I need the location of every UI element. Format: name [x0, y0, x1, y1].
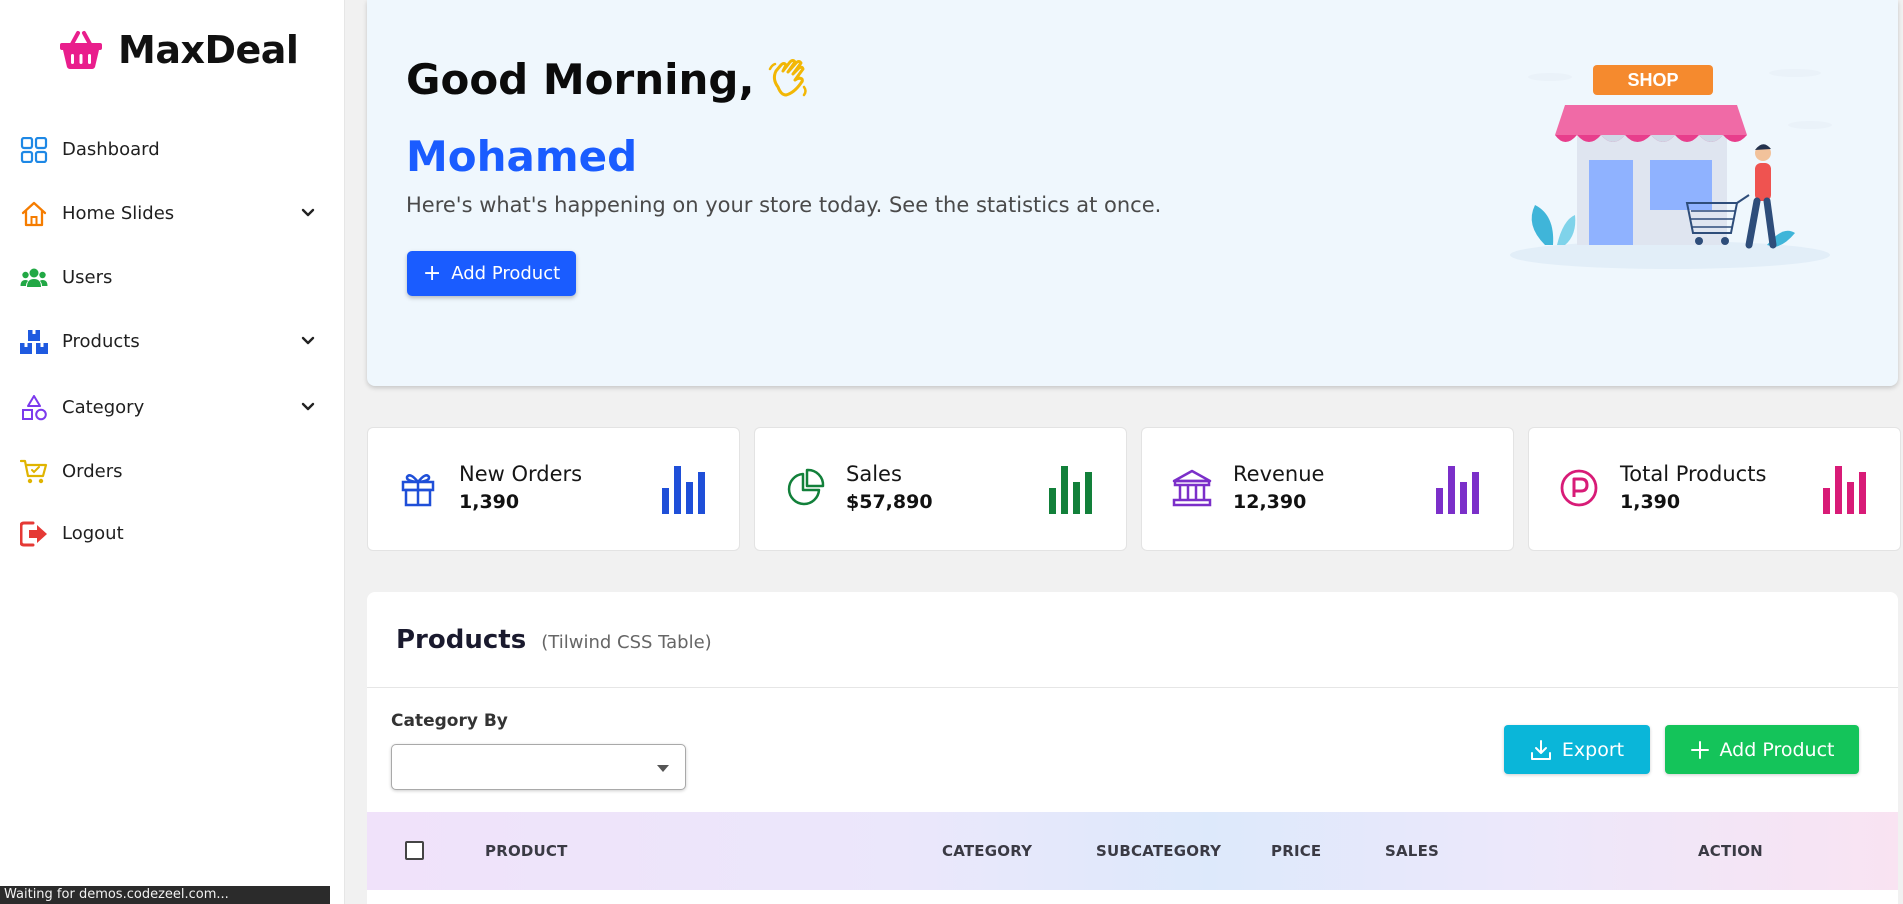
chevron-down-icon — [301, 402, 315, 411]
shop-illustration: SHOP — [1510, 65, 1832, 269]
brand-logo[interactable]: MaxDeal — [58, 28, 299, 72]
grid-icon — [20, 137, 48, 163]
browser-status-bar: Waiting for demos.codezeel.com... — [0, 886, 330, 904]
export-button[interactable]: Export — [1504, 725, 1650, 774]
brand-name: MaxDeal — [118, 28, 299, 72]
button-label: Add Product — [1719, 738, 1835, 761]
sidebar-item-products[interactable]: Products — [0, 316, 345, 366]
products-panel: Products (Tilwind CSS Table) Category By… — [367, 592, 1898, 904]
plus-icon: + — [422, 261, 442, 286]
sidebar-item-label: Home Slides — [62, 202, 175, 224]
sidebar-item-orders[interactable]: Orders — [0, 446, 345, 496]
pie-icon — [787, 468, 825, 506]
panel-subtitle: (Tilwind CSS Table) — [541, 632, 712, 653]
panel-title-text: Products — [396, 625, 527, 655]
sidebar-item-home-slides[interactable]: Home Slides — [0, 188, 345, 238]
column-header-action: ACTION — [1698, 842, 1763, 860]
stat-value: 12,390 — [1233, 491, 1307, 513]
sidebar-item-label: Users — [62, 266, 113, 288]
user-name: Mohamed — [406, 132, 638, 181]
sidebar-item-label: Orders — [62, 460, 123, 482]
gift-icon — [401, 474, 435, 507]
hero-add-product-button[interactable]: + Add Product — [407, 251, 576, 296]
bar-chart-icon — [1436, 466, 1479, 514]
cart-icon — [20, 459, 48, 484]
column-header-category[interactable]: CATEGORY — [942, 842, 1032, 860]
bank-icon — [1172, 469, 1212, 507]
basket-icon — [60, 31, 102, 69]
column-header-price[interactable]: PRICE — [1271, 842, 1321, 860]
sidebar-item-label: Logout — [62, 522, 124, 544]
stat-value: $57,890 — [846, 491, 933, 513]
plus-icon — [1690, 740, 1709, 759]
bar-chart-icon — [662, 466, 705, 514]
shapes-icon — [22, 395, 47, 421]
sidebar-item-label: Products — [62, 330, 140, 352]
column-header-subcategory[interactable]: SUBCATEGORY — [1096, 842, 1221, 860]
divider — [367, 687, 1898, 688]
stat-value: 1,390 — [1620, 491, 1681, 513]
sidebar-item-users[interactable]: Users — [0, 252, 345, 302]
stat-card-total-products[interactable]: Total Products 1,390 — [1528, 427, 1901, 551]
p-circle-icon — [1560, 469, 1598, 507]
bar-chart-icon — [1049, 466, 1092, 514]
stat-label: Total Products — [1620, 462, 1767, 486]
column-header-sales[interactable]: SALES — [1385, 842, 1439, 860]
greeting-heading: Good Morning, — [406, 55, 812, 104]
button-label: Export — [1561, 738, 1625, 761]
sidebar-item-label: Category — [62, 396, 145, 418]
stat-label: Sales — [846, 462, 902, 486]
chevron-down-icon — [301, 336, 315, 345]
logout-icon — [20, 521, 47, 547]
sidebar: MaxDeal Dashboard Home Slides Users Prod… — [0, 0, 345, 904]
greeting-text: Good Morning, — [406, 55, 755, 104]
stat-value: 1,390 — [459, 491, 520, 513]
sidebar-item-category[interactable]: Category — [0, 382, 345, 432]
category-select[interactable] — [391, 744, 686, 790]
chevron-down-icon — [301, 208, 315, 217]
stat-label: Revenue — [1233, 462, 1325, 486]
stat-card-revenue[interactable]: Revenue 12,390 — [1141, 427, 1514, 551]
shop-sign-text: SHOP — [1627, 70, 1678, 90]
stat-label: New Orders — [459, 462, 583, 486]
sidebar-item-logout[interactable]: Logout — [0, 508, 345, 558]
home-icon — [21, 201, 47, 227]
boxes-icon — [20, 330, 48, 354]
download-icon — [1530, 739, 1551, 760]
welcome-subtitle: Here's what's happening on your store to… — [406, 193, 1162, 217]
select-all-checkbox[interactable] — [405, 841, 424, 860]
users-icon — [20, 268, 48, 287]
button-label: Add Product — [451, 263, 561, 284]
table-header: PRODUCT CATEGORY SUBCATEGORY PRICE SALES… — [367, 812, 1898, 890]
chevron-down-icon — [657, 765, 669, 772]
panel-title: Products (Tilwind CSS Table) — [396, 625, 712, 655]
add-product-button[interactable]: Add Product — [1665, 725, 1859, 774]
waving-hand-icon — [769, 58, 808, 96]
bar-chart-icon — [1823, 466, 1866, 514]
sidebar-item-label: Dashboard — [62, 138, 160, 160]
stat-card-sales[interactable]: Sales $57,890 — [754, 427, 1127, 551]
column-header-product[interactable]: PRODUCT — [485, 842, 568, 860]
stat-card-new-orders[interactable]: New Orders 1,390 — [367, 427, 740, 551]
category-filter-label: Category By — [391, 711, 508, 731]
sidebar-item-dashboard[interactable]: Dashboard — [0, 124, 345, 174]
